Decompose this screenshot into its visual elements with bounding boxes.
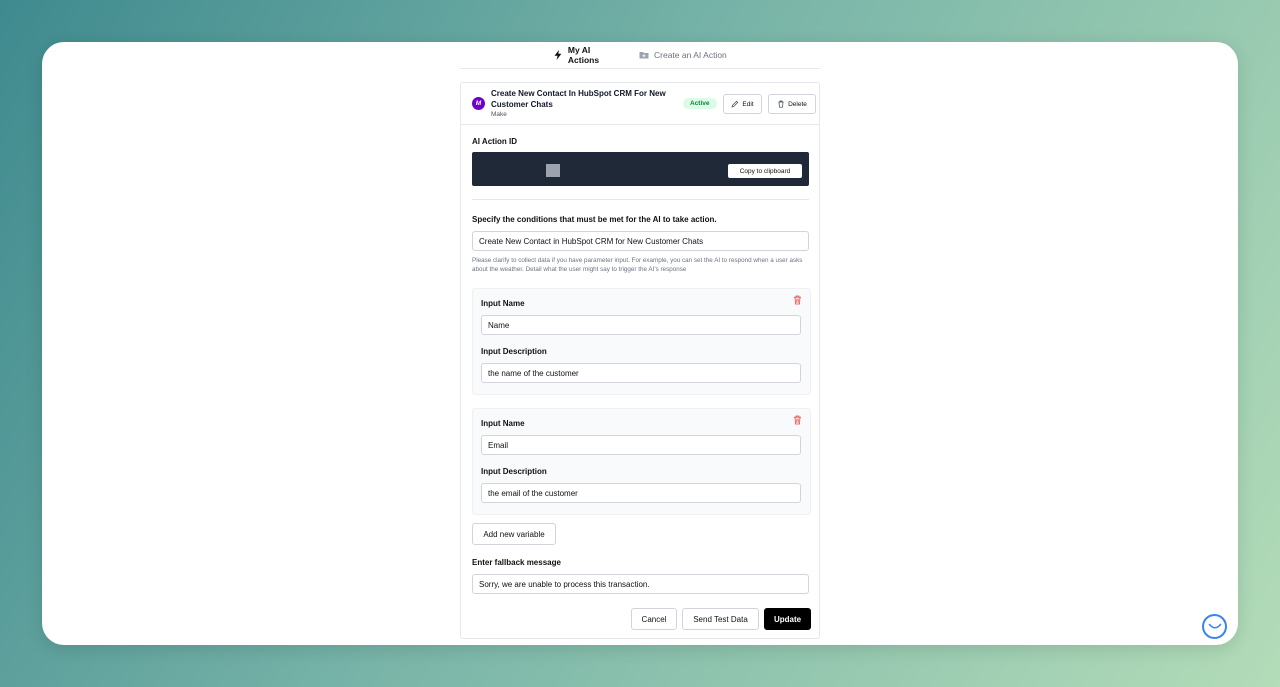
tab-label: My AI Actions	[567, 45, 600, 65]
edit-label: Edit	[742, 100, 754, 108]
update-button[interactable]: Update	[764, 608, 811, 630]
input-description-field[interactable]: the name of the customer	[481, 363, 801, 383]
status-badge: Active	[683, 98, 717, 109]
copy-to-clipboard-button[interactable]: Copy to clipboard	[728, 164, 802, 178]
ai-action-id-label: AI Action ID	[472, 137, 518, 146]
tab-label: Create an AI Action	[654, 50, 727, 60]
make-logo: M	[472, 97, 485, 110]
conditions-label: Specify the conditions that must be met …	[472, 215, 717, 224]
chat-widget-button[interactable]	[1202, 614, 1227, 639]
fallback-input[interactable]: Sorry, we are unable to process this tra…	[472, 574, 809, 594]
input-name-field[interactable]: Email	[481, 435, 801, 455]
action-app-name: Make	[491, 111, 507, 118]
delete-label: Delete	[788, 100, 807, 108]
ai-action-panel: M Create New Contact In HubSpot CRM For …	[460, 82, 820, 639]
input-description-label: Input Description	[481, 467, 547, 476]
input-description-field[interactable]: the email of the customer	[481, 483, 801, 503]
add-variable-button[interactable]: Add new variable	[472, 523, 556, 545]
delete-button[interactable]: Delete	[768, 94, 816, 114]
conditions-input[interactable]: Create New Contact in HubSpot CRM for Ne…	[472, 231, 809, 251]
folder-plus-icon	[639, 52, 649, 59]
ai-action-id-box: Copy to clipboard	[472, 152, 809, 186]
tab-divider	[460, 68, 820, 69]
input-name-field[interactable]: Name	[481, 315, 801, 335]
cancel-button[interactable]: Cancel	[631, 608, 677, 630]
edit-button[interactable]: Edit	[723, 94, 762, 114]
bolt-icon	[554, 50, 562, 60]
delete-variable-icon[interactable]	[793, 295, 802, 305]
pencil-icon	[731, 100, 739, 108]
delete-variable-icon[interactable]	[793, 415, 802, 425]
input-description-label: Input Description	[481, 347, 547, 356]
app-window: My AI Actions Create an AI Action M Crea…	[42, 42, 1238, 645]
trash-icon	[778, 100, 784, 108]
fallback-label: Enter fallback message	[472, 558, 561, 567]
input-name-label: Input Name	[481, 299, 525, 308]
action-header: M Create New Contact In HubSpot CRM For …	[461, 83, 819, 125]
variable-card: Input Name Email Input Description the e…	[472, 408, 811, 515]
send-test-data-button[interactable]: Send Test Data	[682, 608, 759, 630]
action-title: Create New Contact In HubSpot CRM For Ne…	[491, 89, 666, 109]
tab-create-ai-action[interactable]: Create an AI Action	[639, 42, 727, 68]
variable-card: Input Name Name Input Description the na…	[472, 288, 811, 395]
chat-smile-icon	[1208, 623, 1221, 629]
conditions-help-text: Please clarify to collect data if you ha…	[472, 257, 803, 273]
tab-my-ai-actions[interactable]: My AI Actions	[551, 42, 623, 69]
input-name-label: Input Name	[481, 419, 525, 428]
ai-action-id-redacted	[546, 164, 560, 177]
tab-bar: My AI Actions Create an AI Action	[551, 42, 771, 69]
divider	[472, 199, 809, 200]
